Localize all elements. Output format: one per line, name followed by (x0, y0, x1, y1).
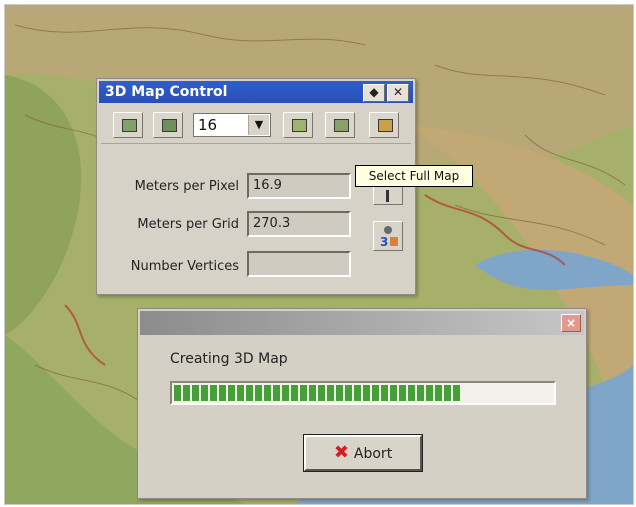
resolution-value: 16 (198, 116, 218, 134)
select-icon (334, 119, 349, 132)
chevron-down-icon[interactable]: ▼ (248, 115, 269, 135)
map-control-toolbar: 16 ▼ (101, 109, 411, 144)
abort-label: Abort (353, 446, 393, 462)
mountain-icon (378, 119, 393, 132)
progress-message: Creating 3D Map (170, 351, 288, 367)
abort-x-icon: ✖ (333, 442, 349, 463)
number-vertices-label: Number Vertices (130, 259, 239, 274)
tooltip: Select Full Map (355, 165, 473, 187)
progress-dialog: × Creating 3D Map ✖ Abort (137, 308, 587, 499)
resolution-select[interactable]: 16 ▼ (193, 113, 271, 137)
mountain-tool-button[interactable] (369, 112, 399, 138)
screenshot-frame: 3D Map Control ◆ ✕ 16 ▼ Meters per Pixel… (4, 4, 634, 505)
close-button[interactable]: ✕ (387, 84, 409, 102)
minimize-button[interactable]: ◆ (363, 84, 385, 102)
close-icon[interactable]: × (561, 314, 581, 332)
layer-icon (162, 119, 177, 132)
progress-dialog-titlebar[interactable]: × (140, 311, 584, 335)
select-tool-button[interactable] (325, 112, 355, 138)
map-control-titlebar[interactable]: 3D Map Control ◆ ✕ (99, 81, 413, 103)
meters-per-grid-label: Meters per Grid (137, 217, 239, 232)
view-icon (292, 119, 307, 132)
abort-button[interactable]: ✖ Abort (303, 434, 423, 472)
map-tool-button[interactable] (113, 112, 143, 138)
meters-per-pixel-label: Meters per Pixel (134, 179, 239, 194)
progress-bar-fill (174, 385, 461, 401)
map-icon (122, 119, 137, 132)
view-tool-button[interactable] (283, 112, 313, 138)
progress-bar (170, 381, 556, 405)
svg-text:3: 3 (380, 235, 388, 249)
number-vertices-field[interactable] (247, 251, 351, 277)
meters-per-grid-field[interactable]: 270.3 (247, 211, 351, 237)
layer-tool-button[interactable] (153, 112, 183, 138)
map-control-title: 3D Map Control (105, 84, 228, 100)
3d-icon: 3 (380, 226, 398, 249)
meters-per-pixel-field[interactable]: 16.9 (247, 173, 351, 199)
create-3d-button[interactable]: 3 (373, 221, 403, 251)
